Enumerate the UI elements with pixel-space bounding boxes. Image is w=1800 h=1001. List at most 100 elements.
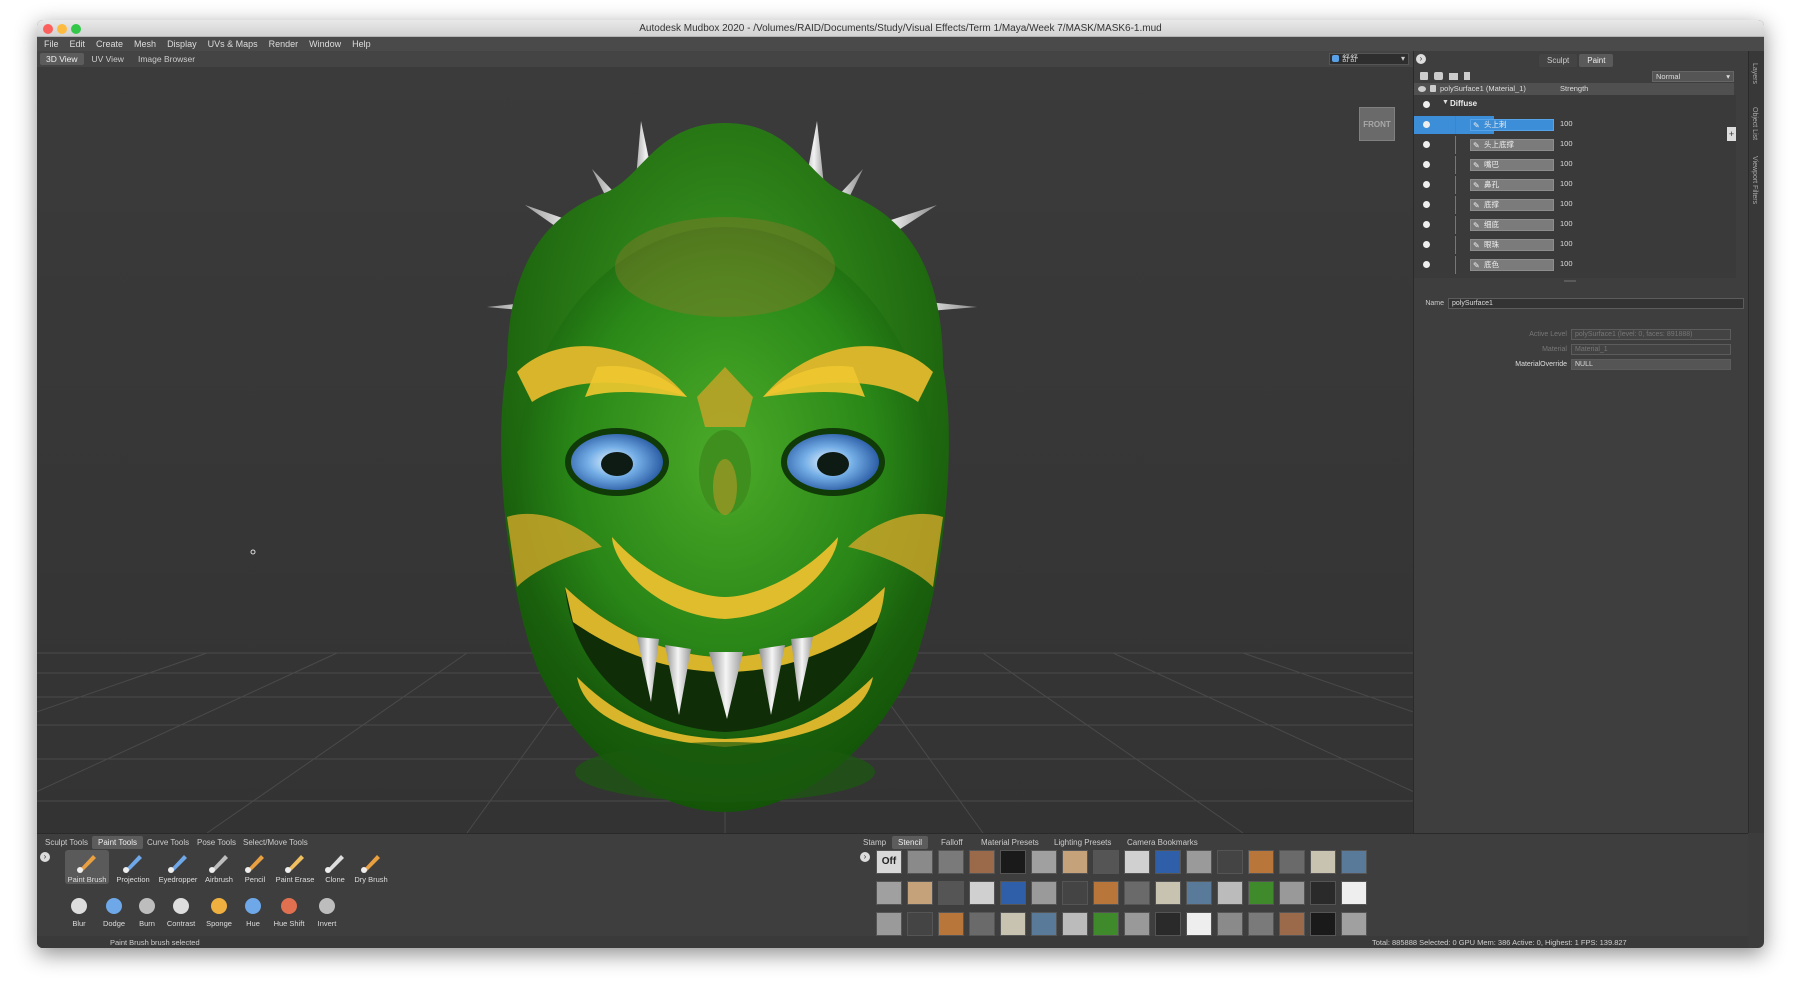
3d-viewport[interactable]: FRONT [37, 67, 1413, 833]
layer-name[interactable]: ✎ 嘴巴 [1470, 159, 1554, 171]
tool-dry-brush[interactable]: Dry Brush [349, 850, 393, 884]
menu-mesh[interactable]: Mesh [134, 39, 156, 49]
stencil-thumbnail[interactable] [1310, 850, 1336, 874]
tab-sculpt-tools[interactable]: Sculpt Tools [39, 836, 94, 849]
stencil-thumbnail[interactable] [1031, 881, 1057, 905]
tab-image-browser[interactable]: Image Browser [132, 53, 201, 65]
layer-row[interactable]: ✎ 细底 100 [1414, 216, 1734, 234]
tool-eyedropper[interactable]: Eyedropper [156, 850, 200, 884]
name-field[interactable]: polySurface1 [1448, 298, 1744, 309]
tool-paint-erase[interactable]: Paint Erase [273, 850, 317, 884]
layer-strength[interactable]: 100 [1560, 139, 1573, 148]
side-tab-layers[interactable]: Layers [1751, 63, 1758, 84]
stencil-thumbnail[interactable] [1093, 881, 1119, 905]
layer-strength[interactable]: 100 [1560, 259, 1573, 268]
tab-paint[interactable]: Paint [1579, 54, 1614, 67]
stencil-thumbnail[interactable] [1000, 850, 1026, 874]
stencil-thumbnail[interactable] [1093, 850, 1119, 874]
stencil-thumbnail[interactable] [1217, 912, 1243, 936]
panel-divider[interactable] [1564, 280, 1576, 282]
close-window-button[interactable] [43, 24, 53, 34]
layer-strength[interactable]: 100 [1560, 179, 1573, 188]
stencil-thumbnail[interactable] [1155, 912, 1181, 936]
layer-row[interactable]: ✎ 底撑 100 [1414, 196, 1734, 214]
visibility-icon[interactable] [1423, 221, 1430, 228]
layer-row[interactable]: ✎ 头上底撑 100 [1414, 136, 1734, 154]
view-cube-front[interactable]: FRONT [1359, 107, 1395, 141]
stencil-thumbnail[interactable] [1248, 881, 1274, 905]
add-layer-icon[interactable]: + [1727, 127, 1736, 141]
stencil-thumbnail[interactable] [969, 881, 995, 905]
stencil-thumbnail[interactable] [1279, 881, 1305, 905]
folder-icon[interactable] [1449, 73, 1458, 80]
stencil-thumbnail[interactable] [969, 850, 995, 874]
layer-row[interactable]: ✎ 鼻孔 100 [1414, 176, 1734, 194]
stencil-collapse-icon[interactable]: › [860, 852, 870, 862]
stencil-thumbnail[interactable] [1186, 881, 1212, 905]
layer-name[interactable]: ✎ 底撑 [1470, 199, 1554, 211]
tab-pose-tools[interactable]: Pose Tools [191, 836, 242, 849]
stencil-thumbnail[interactable] [1341, 912, 1367, 936]
layer-name[interactable]: ✎ 鼻孔 [1470, 179, 1554, 191]
tab-falloff[interactable]: Falloff [935, 836, 969, 849]
menu-render[interactable]: Render [269, 39, 299, 49]
stencil-thumbnail[interactable] [876, 912, 902, 936]
lock-icon[interactable] [1430, 85, 1436, 92]
zoom-window-button[interactable] [71, 24, 81, 34]
tab-material-presets[interactable]: Material Presets [975, 836, 1045, 849]
stencil-thumbnail[interactable] [1031, 850, 1057, 874]
stencil-off-button[interactable]: Off [876, 850, 902, 874]
stencil-thumbnail[interactable] [969, 912, 995, 936]
blend-mode-dropdown[interactable]: Normal ▾ [1652, 71, 1734, 82]
layer-row[interactable]: ✎ 眼珠 100 [1414, 236, 1734, 254]
layer-strength[interactable]: 100 [1560, 199, 1573, 208]
tab-3d-view[interactable]: 3D View [40, 53, 84, 65]
stencil-thumbnail[interactable] [938, 881, 964, 905]
layer-strength[interactable]: 100 [1560, 219, 1573, 228]
tool-projection[interactable]: Projection [111, 850, 155, 884]
visibility-icon[interactable] [1423, 181, 1430, 188]
stencil-thumbnail[interactable] [1062, 881, 1088, 905]
stencil-thumbnail[interactable] [1155, 881, 1181, 905]
menu-help[interactable]: Help [352, 39, 371, 49]
tab-paint-tools[interactable]: Paint Tools [92, 836, 143, 849]
menu-file[interactable]: File [44, 39, 59, 49]
stencil-thumbnail[interactable] [1000, 881, 1026, 905]
visibility-icon[interactable] [1423, 121, 1430, 128]
stencil-thumbnail[interactable] [1124, 850, 1150, 874]
layer-name[interactable]: ✎ 头上底撑 [1470, 139, 1554, 151]
stencil-thumbnail[interactable] [1155, 850, 1181, 874]
stencil-thumbnail[interactable] [938, 912, 964, 936]
visibility-icon[interactable] [1423, 101, 1430, 108]
trash-icon[interactable] [1464, 72, 1470, 80]
layer-name[interactable]: ✎ 细底 [1470, 219, 1554, 231]
stencil-thumbnail[interactable] [1279, 912, 1305, 936]
stencil-thumbnail[interactable] [907, 881, 933, 905]
minimize-window-button[interactable] [57, 24, 67, 34]
layer-strength[interactable]: 100 [1560, 159, 1573, 168]
camera-icon[interactable] [1434, 72, 1443, 80]
eye-icon[interactable] [1418, 86, 1426, 92]
menu-window[interactable]: Window [309, 39, 341, 49]
stencil-thumbnail[interactable] [1031, 912, 1057, 936]
visibility-icon[interactable] [1423, 261, 1430, 268]
stencil-thumbnail[interactable] [938, 850, 964, 874]
tab-stamp[interactable]: Stamp [857, 836, 892, 849]
tool-pencil[interactable]: Pencil [233, 850, 277, 884]
panel-collapse-icon[interactable]: › [1416, 54, 1426, 64]
stencil-thumbnail[interactable] [876, 881, 902, 905]
layer-row[interactable]: ✎ 底色 100 [1414, 256, 1734, 274]
visibility-icon[interactable] [1423, 201, 1430, 208]
stencil-thumbnail[interactable] [907, 850, 933, 874]
stencil-thumbnail[interactable] [907, 912, 933, 936]
tab-select-move-tools[interactable]: Select/Move Tools [237, 836, 314, 849]
stencil-thumbnail[interactable] [1124, 881, 1150, 905]
stencil-thumbnail[interactable] [1186, 850, 1212, 874]
layer-strength[interactable]: 100 [1560, 239, 1573, 248]
stencil-thumbnail[interactable] [1310, 881, 1336, 905]
camera-dropdown[interactable]: 舒舒 ▾ [1329, 53, 1409, 65]
tab-lighting-presets[interactable]: Lighting Presets [1048, 836, 1117, 849]
layer-name[interactable]: ✎ 眼珠 [1470, 239, 1554, 251]
stencil-thumbnail[interactable] [1062, 850, 1088, 874]
stencil-thumbnail[interactable] [1093, 912, 1119, 936]
